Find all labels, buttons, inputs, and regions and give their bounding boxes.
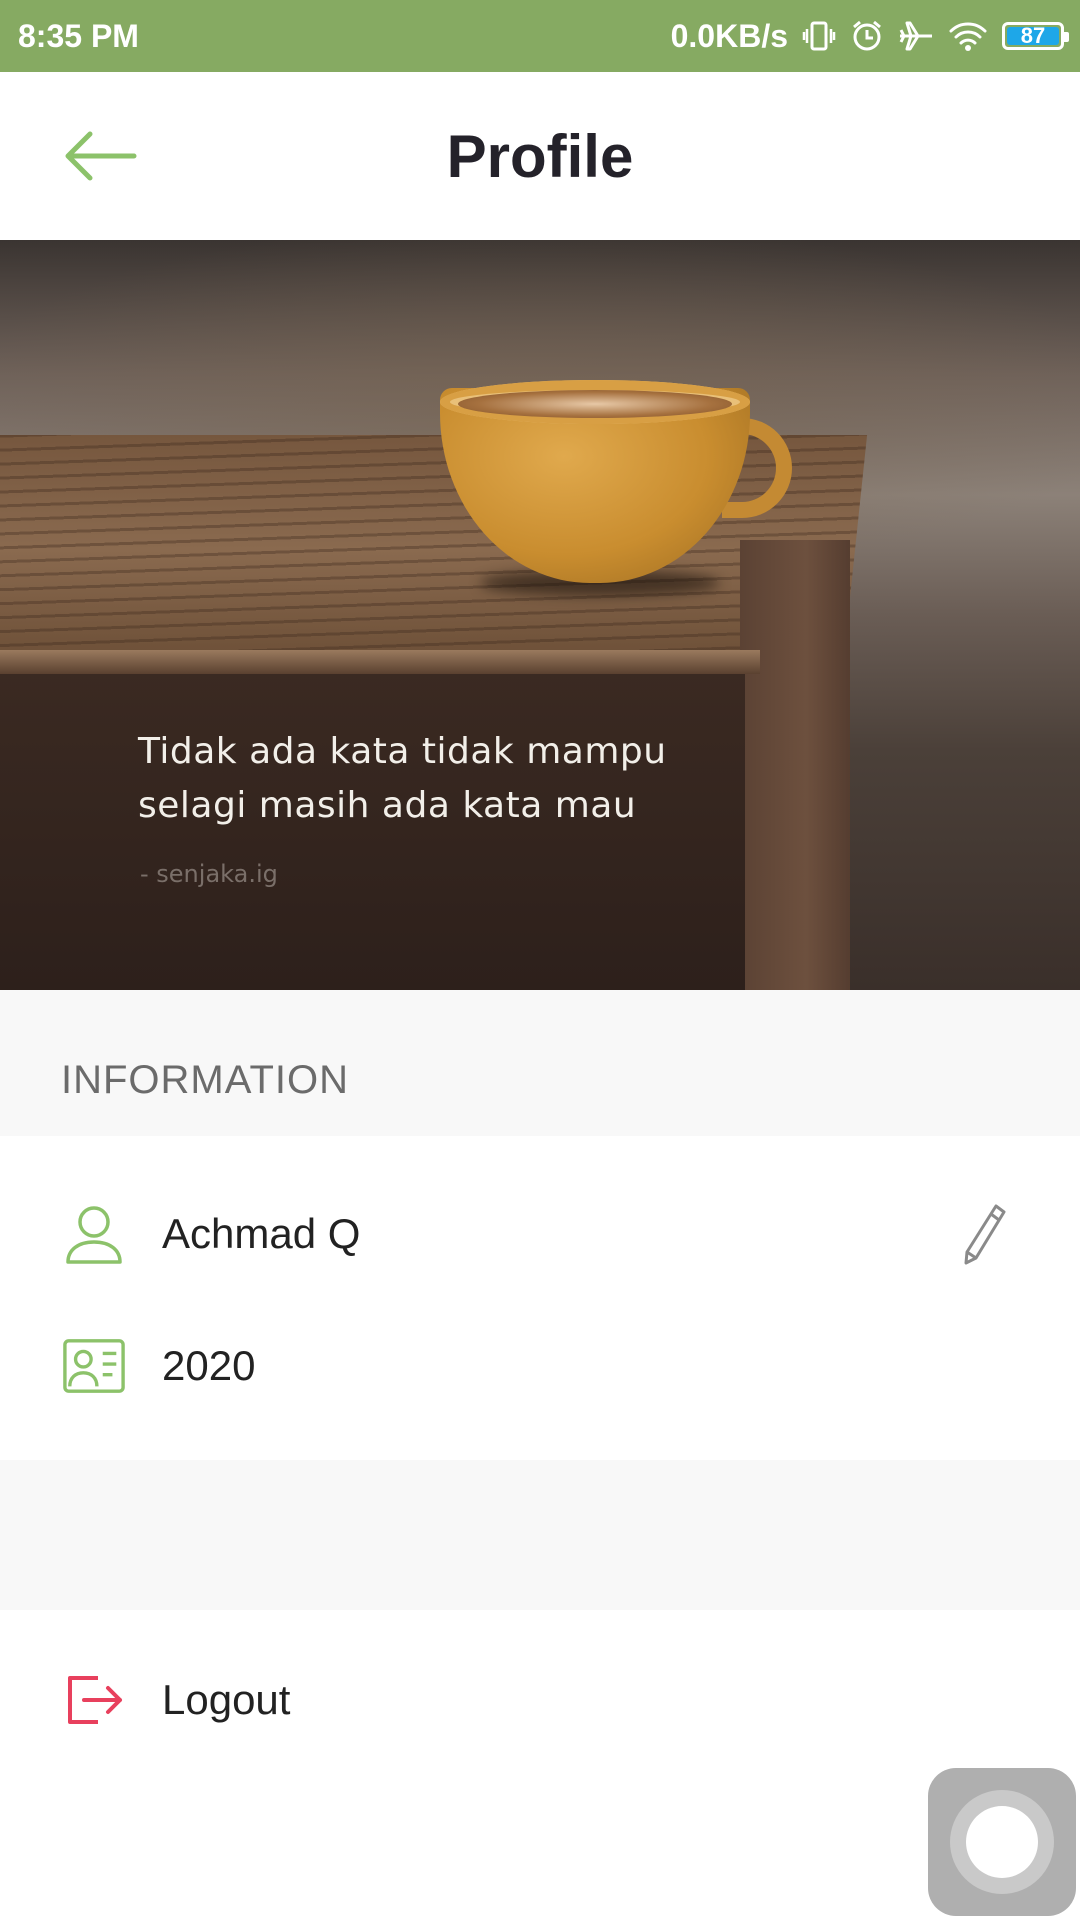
quote-line-2: selagi masih ada kata mau xyxy=(138,785,637,826)
cup-coffee xyxy=(458,390,732,418)
vibrate-icon xyxy=(802,19,836,53)
info-row-year: 2020 xyxy=(0,1306,1080,1426)
back-button[interactable] xyxy=(62,121,152,191)
information-section-header: INFORMATION xyxy=(0,990,1080,1136)
quote-author: - senjaka.ig xyxy=(140,860,278,888)
profile-year: 2020 xyxy=(162,1342,256,1389)
edit-name-button[interactable] xyxy=(956,1202,1012,1266)
section-title: INFORMATION xyxy=(61,1058,350,1102)
net-speed: 0.0KB/s xyxy=(670,17,788,54)
logout-icon xyxy=(62,1668,126,1732)
assistive-touch-ring xyxy=(950,1790,1054,1894)
wifi-icon xyxy=(948,19,988,53)
alarm-icon xyxy=(850,19,884,53)
banner-table-side xyxy=(740,540,850,990)
status-icons: 0.0KB/s 87 xyxy=(670,17,1069,55)
assistive-touch-center xyxy=(966,1806,1038,1878)
profile-name: Achmad Q xyxy=(162,1210,361,1257)
battery-icon: 87 xyxy=(1002,22,1069,50)
quote-line-1: Tidak ada kata tidak mampu xyxy=(138,731,667,772)
info-row-name: Achmad Q xyxy=(0,1174,1080,1294)
logout-label: Logout xyxy=(162,1676,291,1723)
app-header: Profile xyxy=(0,72,1080,240)
status-time: 8:35 PM xyxy=(18,17,139,54)
page-title: Profile xyxy=(446,122,634,190)
user-icon xyxy=(62,1202,126,1266)
profile-banner-image: Tidak ada kata tidak mampu selagi masih … xyxy=(0,240,1080,990)
information-list: Achmad Q 2020 xyxy=(0,1136,1080,1460)
section-spacer xyxy=(0,1460,1080,1610)
airplane-icon xyxy=(898,19,934,53)
arrow-left-icon xyxy=(65,131,137,181)
banner-table-edge xyxy=(0,650,760,674)
pencil-icon xyxy=(964,1204,1006,1265)
banner-quote: Tidak ada kata tidak mampu selagi masih … xyxy=(138,725,667,833)
assistive-touch-button[interactable] xyxy=(928,1768,1076,1916)
logout-button[interactable]: Logout xyxy=(0,1640,1080,1760)
status-bar: 8:35 PM 0.0KB/s 87 xyxy=(0,0,1080,72)
battery-level: 87 xyxy=(1020,23,1046,48)
id-card-icon xyxy=(62,1334,126,1398)
